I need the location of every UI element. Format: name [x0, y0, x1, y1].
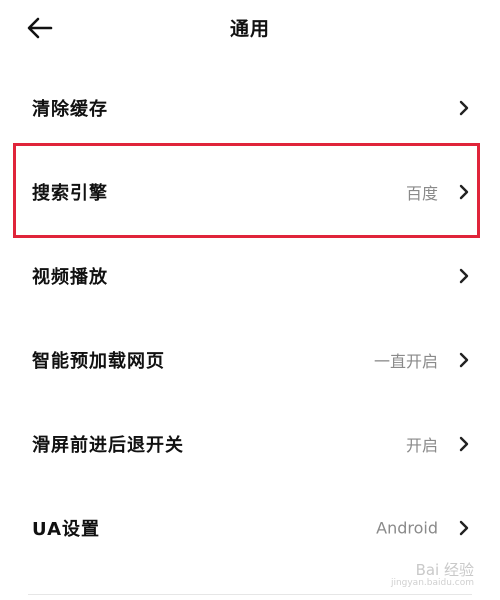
setting-row-search-engine[interactable]: 搜索引擎 百度	[0, 150, 500, 234]
setting-value: 开启	[405, 436, 438, 455]
chevron-right-icon	[459, 100, 469, 116]
setting-label: 滑屏前进后退开关	[32, 435, 184, 456]
page-title: 通用	[229, 18, 270, 40]
settings-list: 清除缓存 搜索引擎 百度 视频播放 智能预加载网页 一直开启 滑屏前进后退开关 …	[0, 66, 500, 570]
setting-row-ua-settings[interactable]: UA设置 Android	[0, 486, 500, 570]
setting-row-swipe-navigation[interactable]: 滑屏前进后退开关 开启	[0, 402, 500, 486]
setting-value: 一直开启	[373, 352, 438, 371]
setting-value: 百度	[405, 184, 438, 203]
setting-value: Android	[376, 518, 438, 538]
setting-label: 智能预加载网页	[32, 351, 165, 372]
header-bar: 通用	[0, 0, 500, 56]
setting-label: UA设置	[32, 519, 100, 540]
setting-label: 清除缓存	[32, 99, 108, 120]
setting-row-clear-cache[interactable]: 清除缓存	[0, 66, 500, 150]
chevron-right-icon	[459, 268, 469, 284]
divider	[28, 594, 472, 595]
chevron-right-icon	[459, 520, 469, 536]
chevron-right-icon	[459, 184, 469, 200]
watermark-url: jingyan.baidu.com	[390, 578, 474, 588]
watermark-text: Bai 经验	[415, 561, 474, 579]
watermark: Bai 经验 jingyan.baidu.com	[391, 562, 474, 588]
chevron-right-icon	[459, 352, 469, 368]
setting-label: 搜索引擎	[32, 183, 108, 204]
setting-row-video-playback[interactable]: 视频播放	[0, 234, 500, 318]
setting-row-smart-preload[interactable]: 智能预加载网页 一直开启	[0, 318, 500, 402]
setting-label: 视频播放	[32, 267, 108, 288]
chevron-right-icon	[459, 436, 469, 452]
